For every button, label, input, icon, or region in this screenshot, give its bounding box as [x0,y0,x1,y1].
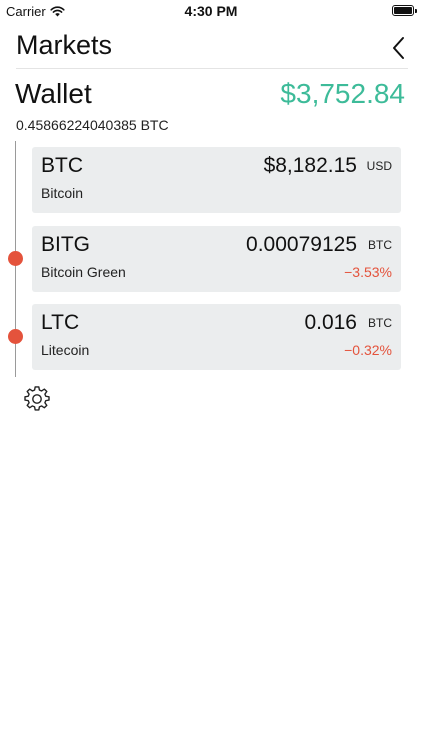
chevron-left-icon[interactable] [390,36,408,60]
coin-name: Bitcoin [41,185,84,201]
timeline-marker [8,251,23,266]
gear-icon[interactable] [24,386,50,412]
page-title: Markets [16,30,113,60]
wallet-label: Wallet [15,78,92,109]
price-change: −3.53% [344,264,392,280]
status-time: 4:30 PM [184,3,238,19]
coin-name: Litecoin [41,342,90,358]
coin-symbol: BTC [41,154,83,177]
price-unit: BTC [368,316,392,330]
status-bar: Carrier 4:30 PM [0,0,422,24]
coin-symbol: BITG [41,233,91,256]
price-unit: USD [366,159,392,173]
coin-name: Bitcoin Green [41,264,126,280]
wallet-total-btc: 0.45866224040385 BTC [16,117,169,133]
coin-price: 0.00079125 [246,233,357,256]
wallet-total-usd: $3,752.84 [280,78,405,109]
market-card-ltc[interactable]: LTC Litecoin 0.016 BTC −0.32% [32,304,401,370]
coin-symbol: LTC [41,311,80,334]
market-card-bitg[interactable]: BITG Bitcoin Green 0.00079125 BTC −3.53% [32,226,401,292]
coin-price: $8,182.15 [263,154,357,177]
market-card-btc[interactable]: BTC Bitcoin $8,182.15 USD [32,147,401,213]
markets-screen: Carrier 4:30 PM Markets Wallet $3,752.84… [0,0,422,750]
navigation-bar: Markets [16,28,408,69]
timeline-marker [8,329,23,344]
coin-price: 0.016 [304,311,357,334]
price-unit: BTC [368,238,392,252]
battery-icon [392,5,417,16]
price-change: −0.32% [344,342,392,358]
